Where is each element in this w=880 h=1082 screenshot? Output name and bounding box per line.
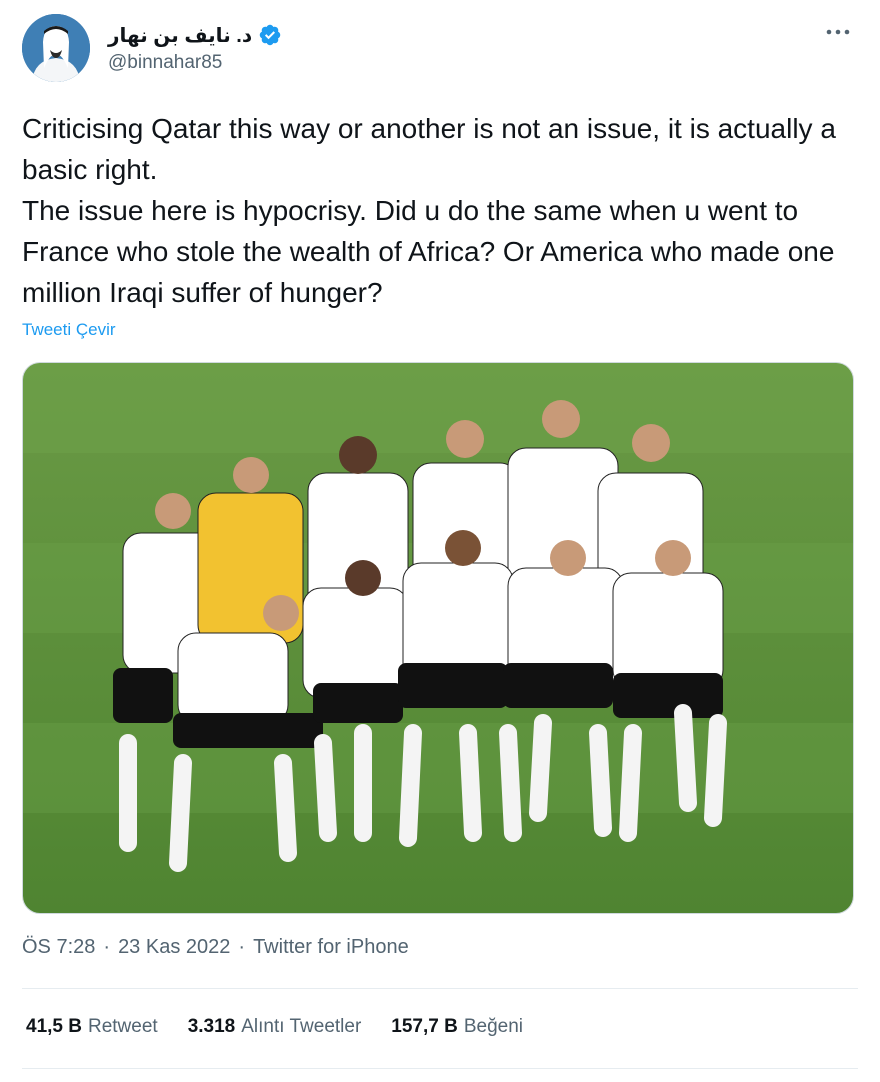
tweet-line: The issue here is hypocrisy. Did u do th… xyxy=(22,195,835,308)
tweet-stats: 41,5 B Retweet 3.318 Alıntı Tweetler 157… xyxy=(26,1016,523,1038)
tweet-text: Criticising Qatar this way or another is… xyxy=(22,108,858,313)
more-options-button[interactable] xyxy=(824,22,852,42)
stat-quote-tweets[interactable]: 3.318 Alıntı Tweetler xyxy=(188,1016,362,1038)
tweet-date[interactable]: 23 Kas 2022 xyxy=(118,936,230,959)
meta-separator: · xyxy=(238,936,246,958)
author-block: د. نايف بن نهار @binnahar85 xyxy=(108,20,282,74)
verified-badge-icon xyxy=(259,24,281,46)
avatar-image xyxy=(22,14,90,82)
divider xyxy=(22,988,858,989)
display-name[interactable]: د. نايف بن نهار xyxy=(108,23,252,48)
tweet-time[interactable]: ÖS 7:28 xyxy=(22,936,95,959)
tweet-header: د. نايف بن نهار @binnahar85 xyxy=(22,14,858,84)
meta-separator: · xyxy=(103,936,111,958)
stat-number: 3.318 xyxy=(187,1016,236,1037)
tweet-source[interactable]: Twitter for iPhone xyxy=(253,936,409,959)
tweet-meta: ÖS 7:28 · 23 Kas 2022 · Twitter for iPho… xyxy=(22,936,409,959)
tweet-photo[interactable] xyxy=(22,362,854,914)
stat-number: 41,5 B xyxy=(26,1016,82,1037)
stat-likes[interactable]: 157,7 B Beğeni xyxy=(391,1016,523,1038)
stat-number: 157,7 B xyxy=(391,1016,458,1037)
author-handle[interactable]: @binnahar85 xyxy=(108,52,282,74)
stat-label: Beğeni xyxy=(463,1016,523,1037)
stat-label: Retweet xyxy=(87,1016,158,1037)
team-photo-image xyxy=(23,363,853,913)
divider xyxy=(22,1068,858,1069)
avatar[interactable] xyxy=(22,14,90,82)
tweet-line: Criticising Qatar this way or another is… xyxy=(22,113,836,185)
translate-tweet-link[interactable]: Tweeti Çevir xyxy=(22,320,116,340)
stat-retweets[interactable]: 41,5 B Retweet xyxy=(26,1016,158,1038)
stat-label: Alıntı Tweetler xyxy=(241,1016,362,1037)
more-horizontal-icon xyxy=(826,29,850,35)
